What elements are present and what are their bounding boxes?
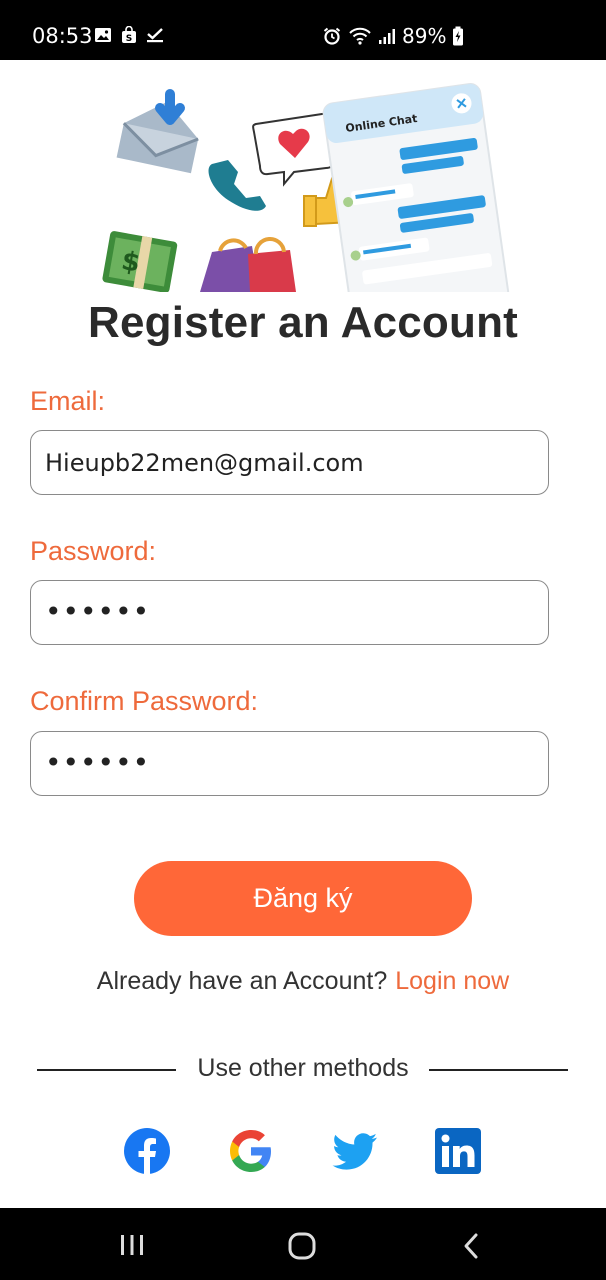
login-row: Already have an Account? Login now xyxy=(0,967,606,996)
image-icon xyxy=(95,28,111,42)
envelope-icon xyxy=(116,89,199,174)
phone-icon xyxy=(208,160,266,211)
alarm-icon xyxy=(323,27,341,45)
password-value: •••••• xyxy=(45,595,151,628)
login-now-link[interactable]: Login now xyxy=(395,967,509,995)
status-bar: 08:53 S 89% xyxy=(0,0,606,60)
other-methods-divider: Use other methods xyxy=(0,1054,606,1086)
home-icon[interactable] xyxy=(287,1232,317,1260)
wifi-icon xyxy=(349,27,371,45)
confirm-password-field[interactable]: •••••• xyxy=(30,731,549,796)
battery-percentage: 89% xyxy=(402,24,447,48)
linkedin-icon[interactable] xyxy=(434,1127,482,1175)
email-value: Hieupb22men@gmail.com xyxy=(45,449,364,477)
divider-line-right xyxy=(429,1069,568,1071)
page-title: Register an Account xyxy=(87,298,519,347)
recents-icon[interactable] xyxy=(118,1232,146,1258)
hero-illustration: $ Online Chat xyxy=(102,83,510,292)
shopping-bag-icon: S xyxy=(122,26,136,44)
shopping-bags-icon xyxy=(200,236,296,292)
password-label: Password: xyxy=(30,536,157,566)
twitter-icon[interactable] xyxy=(331,1127,379,1175)
check-icon xyxy=(147,28,163,43)
navigation-bar xyxy=(0,1208,606,1280)
email-field[interactable]: Hieupb22men@gmail.com xyxy=(30,430,549,495)
status-time: 08:53 xyxy=(32,24,93,48)
heart-bubble-icon xyxy=(252,112,336,187)
money-icon: $ xyxy=(102,231,178,292)
email-label: Email: xyxy=(30,386,106,416)
login-prompt: Already have an Account? xyxy=(96,967,388,995)
confirm-password-label: Confirm Password: xyxy=(30,686,259,716)
google-icon[interactable] xyxy=(227,1127,275,1175)
facebook-icon[interactable] xyxy=(123,1127,171,1175)
back-icon[interactable] xyxy=(460,1232,482,1260)
password-field[interactable]: •••••• xyxy=(30,580,549,645)
battery-charging-icon xyxy=(453,26,464,46)
confirm-password-value: •••••• xyxy=(45,746,151,779)
register-button[interactable]: Đăng ký xyxy=(134,861,472,936)
signal-icon xyxy=(379,29,395,44)
svg-text:S: S xyxy=(126,34,132,44)
